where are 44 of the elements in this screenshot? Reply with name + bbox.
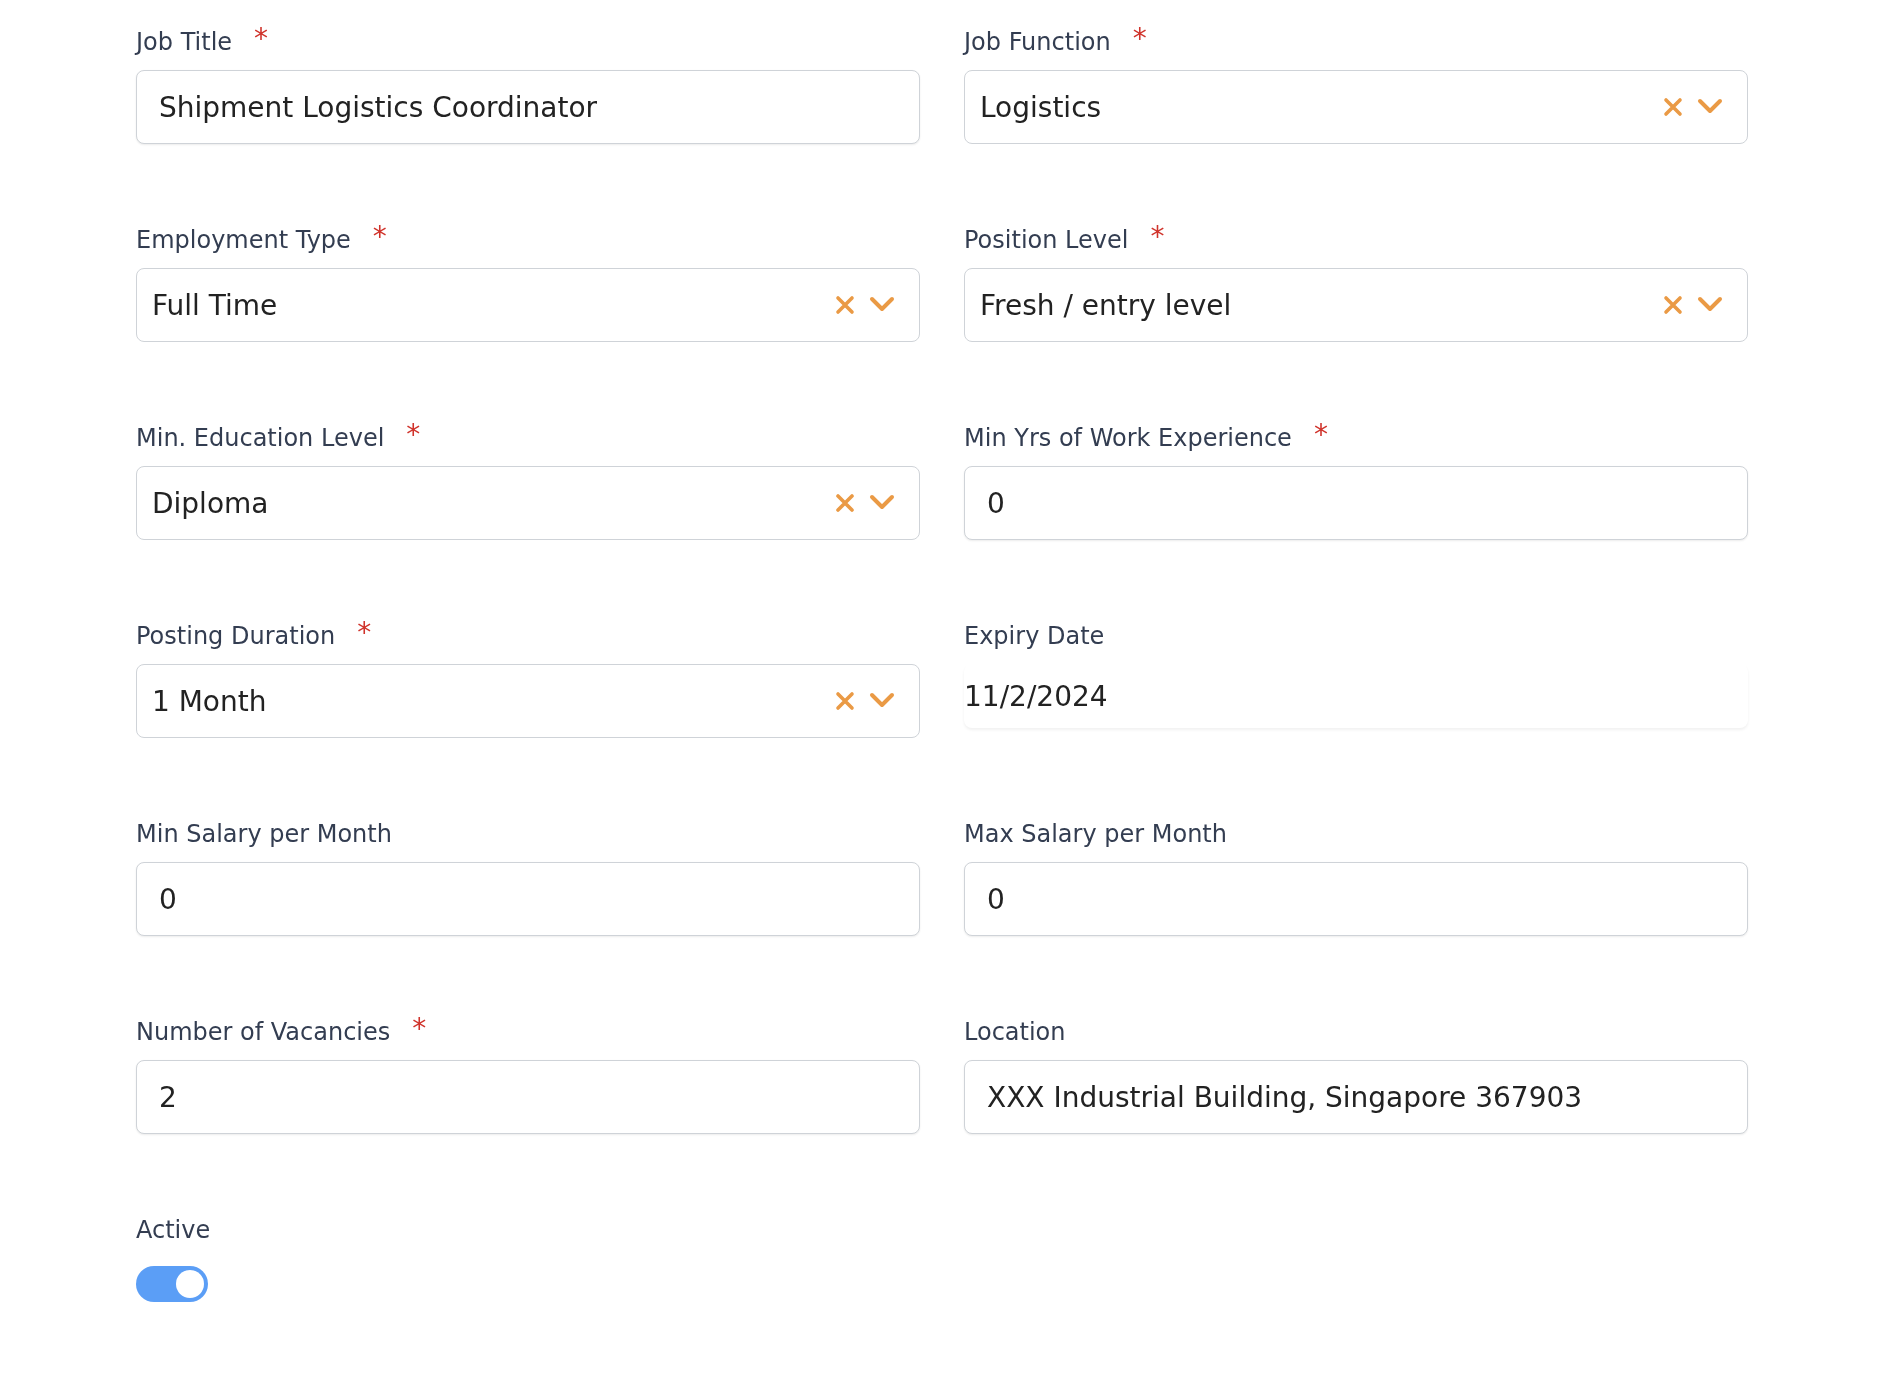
field-label: Job Title xyxy=(136,27,233,58)
select-dropdown[interactable]: Diploma xyxy=(136,466,920,540)
required-asterisk: * xyxy=(1132,22,1147,56)
required-asterisk: * xyxy=(372,220,387,254)
select-dropdown[interactable]: Full Time xyxy=(136,268,920,342)
field-label: Number of Vacancies xyxy=(136,1017,391,1048)
text-input-field[interactable]: XXX Industrial Building, Singapore 367903 xyxy=(964,1060,1748,1134)
field-label: Min. Education Level xyxy=(136,423,385,454)
field-label: Max Salary per Month xyxy=(964,819,1227,850)
chevron-down-icon[interactable] xyxy=(869,494,895,512)
required-asterisk: * xyxy=(254,22,269,56)
select-dropdown[interactable]: 1 Month xyxy=(136,664,920,738)
field-label: Min Yrs of Work Experience xyxy=(964,423,1292,454)
text-input-field[interactable]: 0 xyxy=(136,862,920,936)
field-label: Job Function xyxy=(964,27,1111,58)
toggle-switch[interactable] xyxy=(136,1266,208,1302)
required-asterisk: * xyxy=(412,1012,427,1046)
chevron-down-icon[interactable] xyxy=(1697,296,1723,314)
text-input-field[interactable]: 2 xyxy=(136,1060,920,1134)
chevron-down-icon[interactable] xyxy=(1697,98,1723,116)
clear-icon[interactable] xyxy=(835,295,855,315)
field-label: Min Salary per Month xyxy=(136,819,392,850)
field-label: Location xyxy=(964,1017,1066,1048)
clear-icon[interactable] xyxy=(1663,97,1683,117)
field-label: Posting Duration xyxy=(136,621,336,652)
text-input-field[interactable]: 0 xyxy=(964,466,1748,540)
field-label: Employment Type xyxy=(136,225,351,256)
select-dropdown[interactable]: Fresh / entry level xyxy=(964,268,1748,342)
clear-icon[interactable] xyxy=(835,493,855,513)
chevron-down-icon[interactable] xyxy=(869,296,895,314)
required-asterisk: * xyxy=(406,418,421,452)
select-dropdown[interactable]: Logistics xyxy=(964,70,1748,144)
clear-icon[interactable] xyxy=(835,691,855,711)
date-input-field[interactable]: 11/2/2024 xyxy=(964,664,1748,728)
required-asterisk: * xyxy=(1150,220,1165,254)
text-input-field[interactable]: 0 xyxy=(964,862,1748,936)
field-label: Expiry Date xyxy=(964,621,1105,652)
field-label: Position Level xyxy=(964,225,1129,256)
chevron-down-icon[interactable] xyxy=(869,692,895,710)
required-asterisk: * xyxy=(1313,418,1328,452)
required-asterisk: * xyxy=(357,616,372,650)
text-input-field[interactable]: Shipment Logistics Coordinator xyxy=(136,70,920,144)
clear-icon[interactable] xyxy=(1663,295,1683,315)
field-label: Active xyxy=(136,1215,211,1246)
